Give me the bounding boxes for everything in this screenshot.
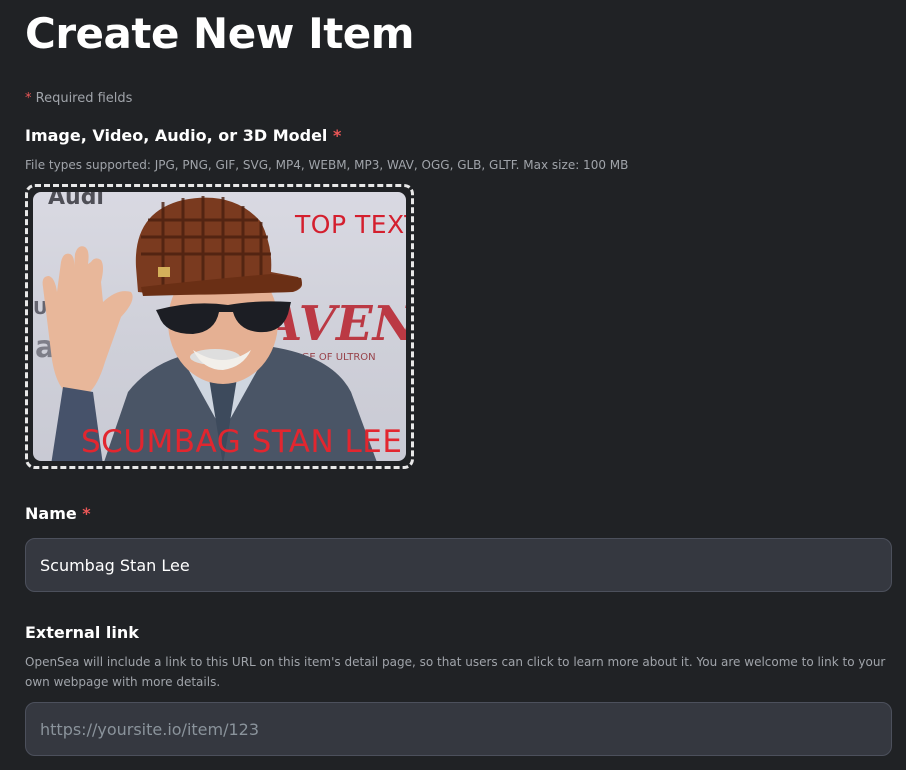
name-label: Name * (25, 504, 91, 523)
name-required-star: * (82, 504, 91, 523)
external-link-input[interactable] (25, 702, 892, 756)
media-upload-dropzone[interactable]: Audi UNG ax AVENG AGE OF ULTRON (25, 184, 414, 469)
external-link-label: External link (25, 623, 139, 642)
file-types-note: File types supported: JPG, PNG, GIF, SVG… (25, 158, 629, 172)
required-fields-note: * Required fields (25, 91, 132, 106)
uploaded-image-preview: Audi UNG ax AVENG AGE OF ULTRON (33, 192, 406, 461)
media-label-text: Image, Video, Audio, or 3D Model (25, 126, 328, 145)
external-link-description: OpenSea will include a link to this URL … (25, 655, 886, 689)
media-required-star: * (332, 126, 342, 145)
meme-bottom-text: SCUMBAG STAN LEE (81, 424, 403, 460)
page-title: Create New Item (25, 9, 415, 58)
create-item-page: Create New Item * Required fields Image,… (0, 0, 906, 770)
name-label-text: Name (25, 504, 77, 523)
media-label: Image, Video, Audio, or 3D Model * (25, 126, 341, 145)
required-fields-text: Required fields (31, 91, 133, 106)
svg-text:Audi: Audi (48, 192, 104, 210)
meme-top-text: TOP TEXT (295, 210, 406, 239)
name-input[interactable] (25, 538, 892, 592)
